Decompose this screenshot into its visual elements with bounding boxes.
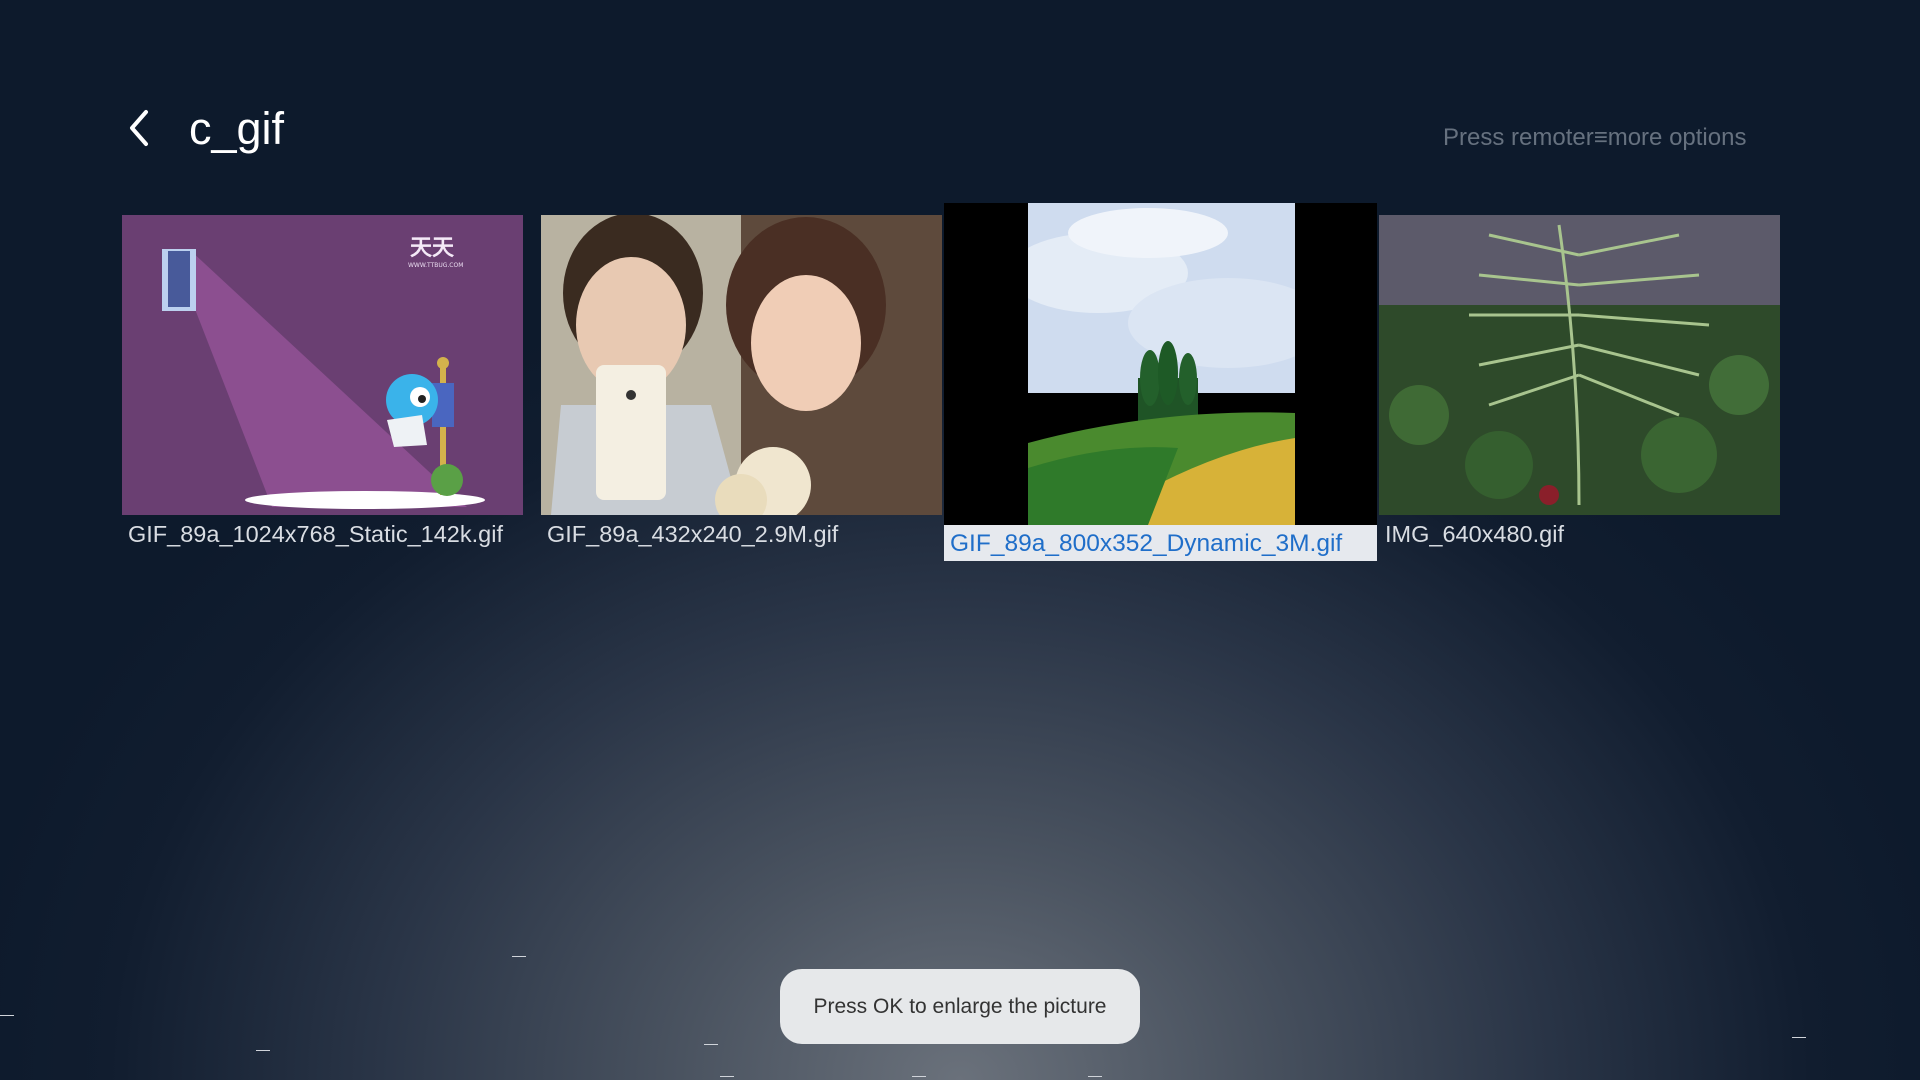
options-hint: Press remoter≡more options bbox=[1443, 124, 1746, 152]
svg-text:天天: 天天 bbox=[410, 236, 455, 261]
thumbnail-image: 天天 WWW.TTBUG.COM bbox=[122, 215, 523, 515]
chevron-left-icon bbox=[130, 110, 148, 146]
page-title: c_gif bbox=[189, 103, 285, 154]
item-filename: GIF_89a_1024x768_Static_142k.gif bbox=[128, 521, 503, 547]
decorative-dash bbox=[256, 1050, 270, 1051]
decorative-dash bbox=[1088, 1076, 1102, 1077]
gallery-item-selected[interactable]: GIF_89a_800x352_Dynamic_3M.gif bbox=[944, 203, 1377, 561]
toast-message: Press OK to enlarge the picture bbox=[780, 969, 1140, 1044]
svg-text:WWW.TTBUG.COM: WWW.TTBUG.COM bbox=[408, 262, 463, 269]
thumbnail-image bbox=[1379, 215, 1780, 515]
item-filename: GIF_89a_432x240_2.9M.gif bbox=[547, 521, 839, 547]
selected-name-bar: GIF_89a_800x352_Dynamic_3M.gif bbox=[944, 525, 1377, 561]
decorative-dash bbox=[0, 1015, 14, 1016]
hint-prefix: Press remoter bbox=[1443, 124, 1594, 151]
decorative-dash bbox=[704, 1044, 718, 1045]
item-filename: IMG_640x480.gif bbox=[1385, 521, 1564, 547]
menu-icon: ≡ bbox=[1593, 124, 1608, 151]
decorative-dash bbox=[720, 1076, 734, 1077]
hint-suffix: more options bbox=[1607, 124, 1747, 151]
decorative-dash bbox=[512, 956, 526, 957]
decorative-dash bbox=[912, 1076, 926, 1077]
item-filename: GIF_89a_800x352_Dynamic_3M.gif bbox=[950, 530, 1343, 557]
thumbnail-image bbox=[541, 215, 942, 515]
decorative-dash bbox=[1792, 1037, 1806, 1038]
back-button[interactable] bbox=[122, 104, 162, 152]
thumbnail-image bbox=[1028, 203, 1295, 525]
